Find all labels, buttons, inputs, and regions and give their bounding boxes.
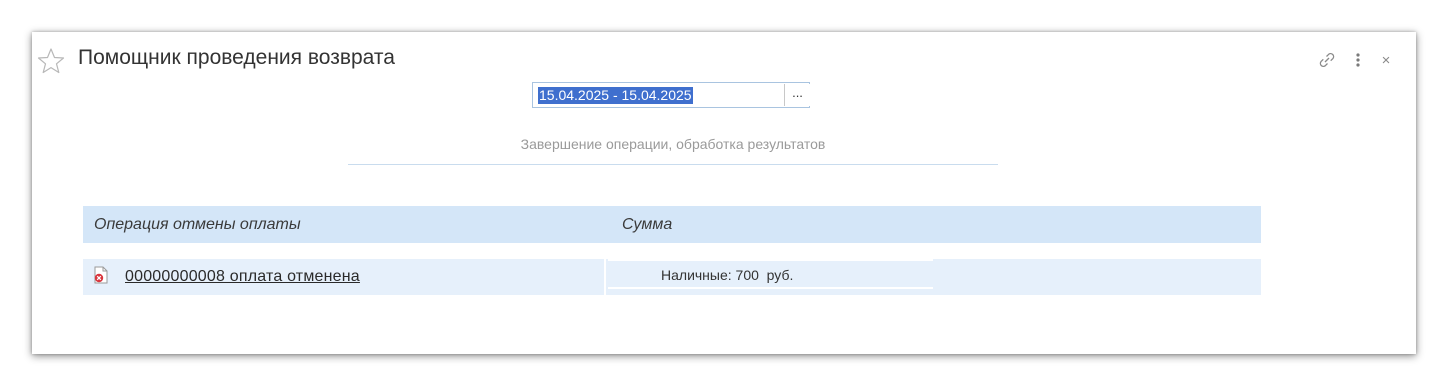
sum-cell: Наличные: 700 руб. — [608, 259, 933, 289]
results-table: Операция отмены оплаты Сумма 00000000008… — [83, 206, 1261, 295]
link-icon[interactable] — [1316, 50, 1338, 70]
star-outline-icon[interactable] — [36, 46, 66, 76]
period-input[interactable]: 15.04.2025 - 15.04.2025 — [532, 82, 810, 108]
close-icon[interactable]: × — [1378, 50, 1394, 70]
sum-value: Наличные: 700 руб. — [661, 267, 794, 283]
column-header-sum[interactable]: Сумма — [622, 216, 672, 234]
table-row[interactable]: 00000000008 оплата отменена Наличные: 70… — [83, 259, 1261, 295]
table-header: Операция отмены оплаты Сумма — [83, 206, 1261, 243]
step-label: Завершение операции, обработка результат… — [520, 136, 826, 152]
document-cancelled-icon — [93, 266, 109, 284]
column-header-operation[interactable]: Операция отмены оплаты — [94, 216, 301, 234]
period-select-button[interactable]: ... — [784, 84, 810, 106]
title-bar: Помощник проведения возврата × — [32, 44, 1416, 74]
assistant-window: Помощник проведения возврата × 15.04.202… — [32, 32, 1416, 354]
step-divider — [348, 164, 998, 165]
period-value[interactable]: 15.04.2025 - 15.04.2025 — [538, 87, 693, 104]
operation-link[interactable]: 00000000008 оплата отменена — [125, 268, 360, 286]
more-vertical-icon[interactable] — [1350, 50, 1366, 70]
page-title: Помощник проведения возврата — [78, 46, 395, 69]
operation-cell[interactable]: 00000000008 оплата отменена — [83, 259, 606, 295]
